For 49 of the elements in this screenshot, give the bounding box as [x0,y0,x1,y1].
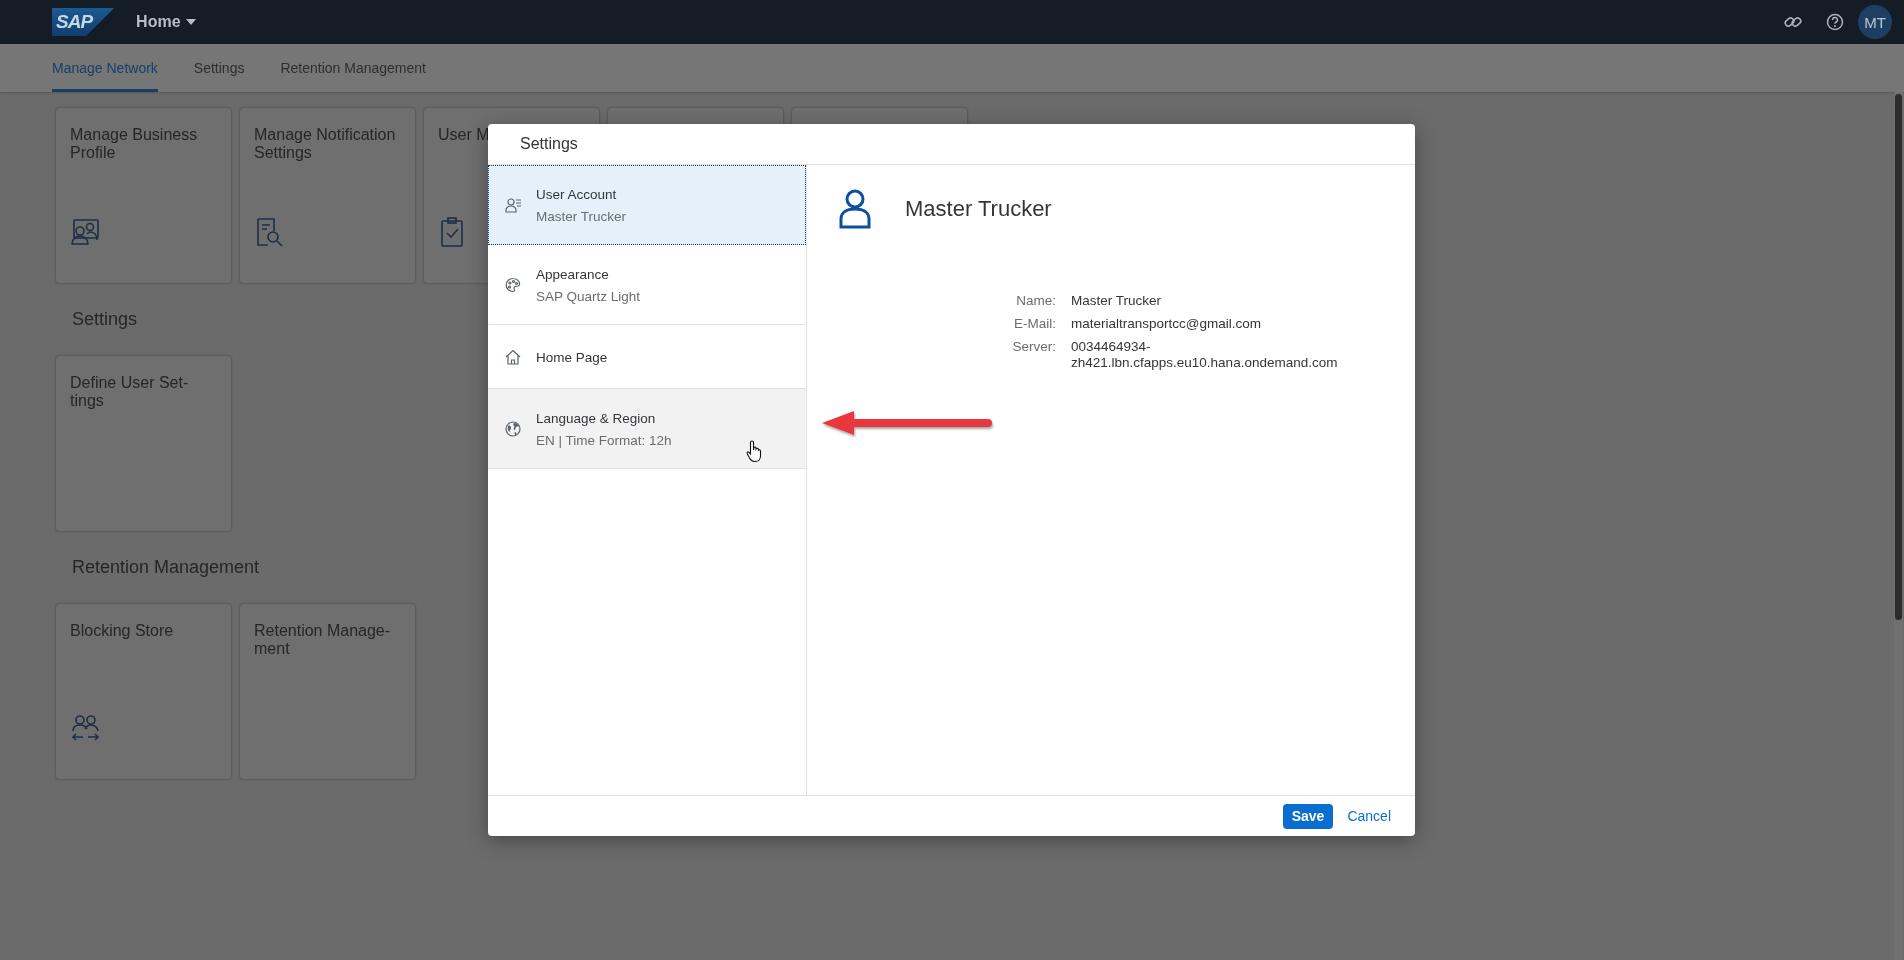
palette-icon [505,277,521,293]
tile-title: Retention Manage-ment [254,622,392,658]
cancel-link[interactable]: Cancel [1347,808,1391,824]
save-button[interactable]: Save [1282,803,1334,829]
tile-title: Blocking Store [70,622,175,640]
app-tile[interactable]: Blocking Store [55,603,232,780]
app-tile[interactable]: Manage Business Profile [55,107,232,284]
globe-icon [505,421,521,437]
settings-list-item[interactable]: Language & Region EN | Time Format: 12h [488,389,806,469]
document-search-icon [254,217,284,247]
help-icon[interactable] [1826,13,1844,31]
field-label: Server: [1011,339,1056,356]
field-label: E-Mail: [1013,316,1056,332]
item-title: Appearance [536,266,610,282]
user-avatar[interactable]: MT [1858,5,1892,39]
user-name: Master Trucker [905,196,1052,222]
home-menu[interactable]: Home [136,13,196,31]
settings-list-item[interactable]: Appearance SAP Quartz Light [488,245,806,325]
hand-cursor-icon [746,439,764,463]
tab[interactable]: Settings [193,44,245,92]
people-icon [70,217,100,247]
item-subtitle: EN | Time Format: 12h [536,432,672,448]
home-icon [505,349,521,365]
tile-title: Manage Business Profile [70,126,199,162]
user-icon [505,197,521,213]
field-label: Name: [1015,293,1056,309]
tile-title: Define User Set-tings [70,374,190,410]
settings-list-item[interactable]: User Account Master Trucker [488,165,806,245]
item-title: User Account [536,186,618,202]
section-heading: Settings [72,308,138,331]
item-subtitle: SAP Quartz Light [536,288,641,304]
caret-icon [185,19,196,25]
tab[interactable]: Retention Management [280,44,426,92]
item-title: Home Page [536,349,608,365]
people-exchange-icon [70,713,100,743]
tile-title: Manage Notification Settings [254,126,397,162]
app-tile[interactable]: Define User Set-tings [55,355,232,532]
user-icon [839,189,871,229]
app-tile[interactable]: Retention Manage-ment [239,603,416,780]
tile-title: User M [438,126,491,144]
field-value: materialtransportcc@gmail.com [1071,316,1262,332]
scrollbar-thumb[interactable] [1895,94,1902,620]
app-tile[interactable]: Manage Notification Settings [239,107,416,284]
sap-logo: SAP [52,8,115,36]
section-heading: Retention Management [72,556,260,579]
field-value: Master Trucker [1071,293,1163,309]
field-value: 0034464934-zh421.lbn.cfapps.eu10.hana.ondemand.com [1071,339,1339,371]
item-subtitle: Master Trucker [536,208,627,224]
item-title: Language & Region [536,410,657,426]
